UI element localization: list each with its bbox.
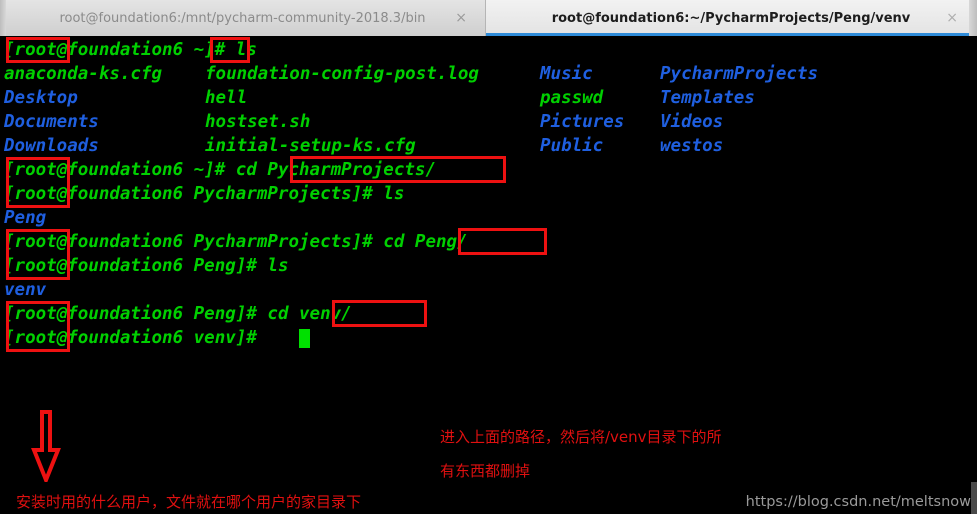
tab-pycharm-bin[interactable]: root@foundation6:/mnt/pycharm-community-… xyxy=(0,0,486,36)
watermark-text: https://blog.csdn.net/meltsnow xyxy=(745,494,971,510)
ls-entry: Videos xyxy=(660,112,724,132)
command-text: ls xyxy=(267,256,289,276)
prompt-text: [root@foundation6 PycharmProjects]# xyxy=(4,184,384,204)
ls-entry: Pictures xyxy=(540,112,625,132)
tabbar-right-edge xyxy=(969,0,977,36)
prompt-text: [root@foundation6 Peng]# xyxy=(4,256,268,276)
ls-entry: Templates xyxy=(660,88,755,108)
command-text: cd venv/ xyxy=(267,304,352,324)
close-icon[interactable]: × xyxy=(946,11,958,25)
prompt-text: [root@foundation6 ~]# xyxy=(4,160,236,180)
ls-entry: venv xyxy=(4,280,47,300)
command-text: cd PycharmProjects/ xyxy=(235,160,436,180)
terminal-line: [root@foundation6 Peng]# ls xyxy=(4,254,288,278)
terminal-window: root@foundation6:/mnt/pycharm-community-… xyxy=(0,0,977,514)
terminal-line: [root@foundation6 PycharmProjects]# cd P… xyxy=(4,230,468,254)
ls-entry: hostset.sh xyxy=(205,112,311,132)
tab-title: root@foundation6:~/PycharmProjects/Peng/… xyxy=(551,10,911,26)
tab-peng-venv[interactable]: root@foundation6:~/PycharmProjects/Peng/… xyxy=(486,0,977,36)
terminal-line: [root@foundation6 venv]# xyxy=(4,326,267,350)
ls-entry: Music xyxy=(540,64,593,84)
command-text: ls xyxy=(235,40,257,60)
ls-entry: Peng xyxy=(4,208,47,228)
terminal-line: [root@foundation6 ~]# cd PycharmProjects… xyxy=(4,158,436,182)
ls-entry: passwd xyxy=(540,88,604,108)
annotation-venv-delete-line1: 进入上面的路径，然后将/venv目录下的所 xyxy=(440,428,722,446)
text-cursor xyxy=(299,329,310,348)
terminal-line: [root@foundation6 PycharmProjects]# ls xyxy=(4,182,404,206)
ls-entry: PycharmProjects xyxy=(660,64,819,84)
ls-entry: anaconda-ks.cfg xyxy=(4,64,163,84)
command-text: ls xyxy=(383,184,405,204)
prompt-text: [root@foundation6 PycharmProjects]# xyxy=(4,232,384,252)
ls-entry: hell xyxy=(205,88,248,108)
tab-title: root@foundation6:/mnt/pycharm-community-… xyxy=(59,10,426,26)
ls-entry: foundation-config-post.log xyxy=(205,64,479,84)
annotation-home-dir: 安装时用的什么用户，文件就在哪个用户的家目录下 xyxy=(16,493,362,511)
terminal-line: [root@foundation6 ~]# ls xyxy=(4,38,257,62)
down-arrow-icon xyxy=(31,410,61,482)
highlight-box-cd-peng xyxy=(458,228,547,255)
ls-entry: Public xyxy=(540,136,604,156)
annotation-venv-delete-line2: 有东西都删掉 xyxy=(440,462,531,480)
ls-entry: Documents xyxy=(4,112,99,132)
command-text: cd Peng/ xyxy=(383,232,468,252)
terminal-screen[interactable]: [root@foundation6 ~]# ls anaconda-ks.cfg… xyxy=(0,36,977,514)
ls-entry: Desktop xyxy=(4,88,78,108)
terminal-line: [root@foundation6 Peng]# cd venv/ xyxy=(4,302,352,326)
ls-entry: Downloads xyxy=(4,136,99,156)
close-icon[interactable]: × xyxy=(455,11,467,25)
tab-bar: root@foundation6:/mnt/pycharm-community-… xyxy=(0,0,977,36)
scrollbar-thumb[interactable] xyxy=(971,482,977,514)
prompt-text: [root@foundation6 ~]# xyxy=(4,40,236,60)
tabbar-left-edge xyxy=(0,0,6,36)
ls-entry: westos xyxy=(660,136,724,156)
prompt-text: [root@foundation6 venv]# xyxy=(4,328,268,348)
ls-entry: initial-setup-ks.cfg xyxy=(205,136,416,156)
prompt-text: [root@foundation6 Peng]# xyxy=(4,304,268,324)
